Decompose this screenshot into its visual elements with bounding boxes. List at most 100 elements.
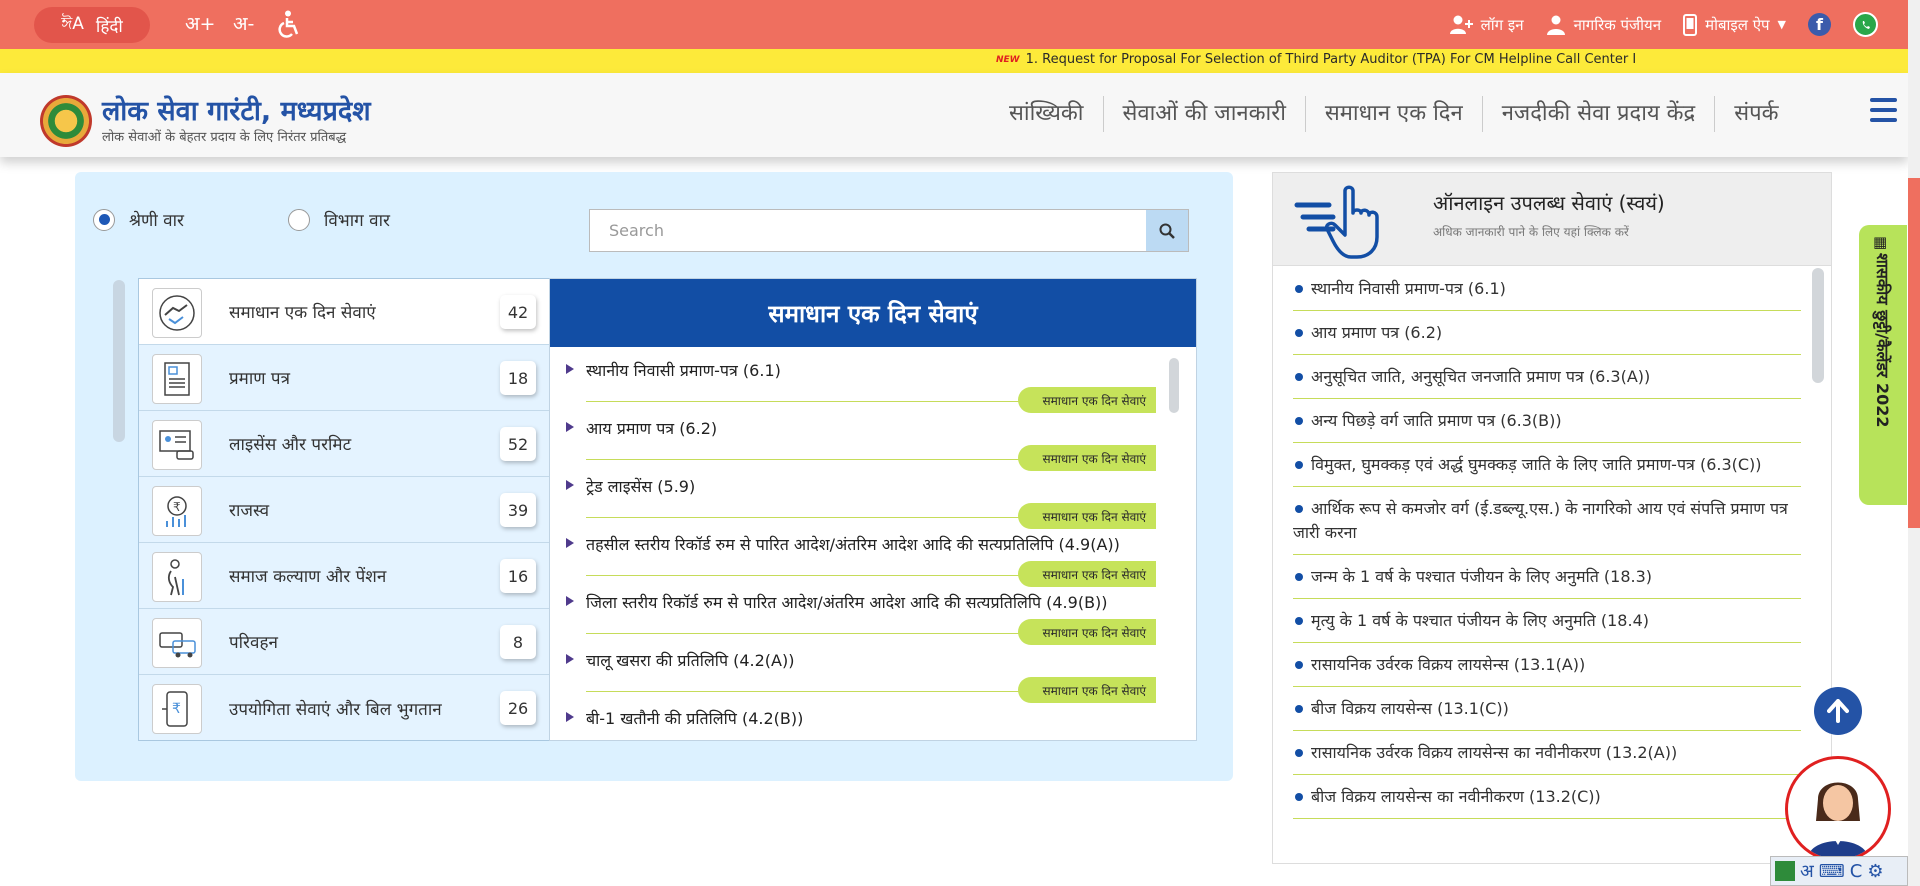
list-item[interactable]: बीज विक्रय लायसेन्स (13.1(C)) [1293,687,1801,731]
pointing-hand-icon [1294,185,1379,259]
category-wise-radio[interactable] [93,208,115,231]
category-item[interactable]: ₹ उपयोगिता सेवाएं और बिल भुगतान 26 [139,675,549,741]
translate-icon: ঈA [61,14,84,34]
category-item[interactable]: परिवहन 8 [139,609,549,675]
elderly-icon [152,552,202,602]
triangle-right-icon [566,654,574,664]
svg-text:₹: ₹ [173,500,181,514]
online-list-scrollbar[interactable] [1812,268,1824,383]
category-count: 52 [500,427,536,461]
list-item[interactable]: बीज विक्रय लायसेन्स का नवीनीकरण (13.2(C)… [1293,775,1801,819]
nav-contact[interactable]: संपर्क [1714,96,1797,132]
nav-statistics[interactable]: सांख्यिकी [990,96,1103,132]
list-item[interactable]: बी-1 खतौनी की प्रतिलिपि (4.2(B)) [550,695,1196,740]
filter-radios: श्रेणी वार विभाग वार [93,208,390,231]
hamburger-menu-icon[interactable] [1870,98,1897,122]
category-count: 8 [500,625,536,659]
nav-services-info[interactable]: सेवाओं की जानकारी [1102,96,1305,132]
search-button[interactable] [1146,210,1188,251]
site-title[interactable]: लोक सेवा गारंटी, मध्यप्रदेश [102,91,371,128]
list-item[interactable]: स्थानीय निवासी प्रमाण-पत्र (6.1) [1293,267,1801,311]
category-item[interactable]: समाधान एक दिन सेवाएं 42 [139,279,549,345]
facebook-icon[interactable]: f [1808,13,1831,36]
list-item[interactable]: विमुक्त, घुमक्कड़ एवं अर्द्ध घुमक्कड़ जा… [1293,443,1801,487]
license-icon [152,420,202,470]
category-item[interactable]: समाज कल्याण और पेंशन 16 [139,543,549,609]
calendar-icon: ▦ [1873,233,1888,251]
list-item[interactable]: तहसील स्तरीय रिकॉर्ड रुम से पारित आदेश/अ… [550,521,1196,587]
list-item[interactable]: रासायनिक उर्वरक विक्रय लायसेन्स (13.1(A)… [1293,643,1801,687]
category-count: 39 [500,493,536,527]
site-header: लोक सेवा गारंटी, मध्यप्रदेश लोक सेवाओं क… [0,73,1908,157]
category-item[interactable]: प्रमाण पत्र 18 [139,345,549,411]
ticker-text[interactable]: 1. Request for Proposal For Selection of… [1026,52,1637,67]
main-nav: सांख्यिकी सेवाओं की जानकारी समाधान एक दि… [990,93,1798,135]
list-item[interactable]: चालू खसरा की प्रतिलिपि (4.2(A)) समाधान एक… [550,637,1196,703]
list-item[interactable]: आर्थिक रूप से कमजोर वर्ग (ई.डब्ल्यू.एस.)… [1293,487,1801,555]
keyboard-icon[interactable]: ⌨ [1819,861,1845,882]
list-item[interactable]: अनुसूचित जाति, अनुसूचित जनजाति प्रमाण पत… [1293,355,1801,399]
mp-emblem-logo[interactable] [40,95,92,147]
list-item[interactable]: ट्रेड लाइसेंस (5.9) समाधान एक दिन सेवाएं [550,463,1196,529]
category-item[interactable]: ₹ राजस्व 39 [139,477,549,543]
add-user-icon [1449,15,1473,34]
category-item[interactable]: लाइसेंस और परमिट 52 [139,411,549,477]
mobile-app-dropdown[interactable]: मोबाइल ऐप ▼ [1683,13,1786,36]
login-link[interactable]: लॉग इन [1449,15,1524,35]
search-input[interactable] [590,210,1147,251]
accessibility-icon[interactable] [278,10,302,42]
list-item[interactable]: रासायनिक उर्वरक विक्रय लायसेन्स का नवीनी… [1293,731,1801,775]
list-item[interactable]: जिला स्तरीय रिकॉर्ड रुम से पारित आदेश/अं… [550,579,1196,645]
user-icon [1546,15,1565,35]
arrow-up-icon [1827,699,1849,723]
list-item[interactable]: स्थानीय निवासी प्रमाण-पत्र (6.1) समाधान ए… [550,347,1196,413]
department-wise-radio[interactable] [287,208,310,231]
rupee-icon: ₹ [152,486,202,536]
online-services-list: स्थानीय निवासी प्रमाण-पत्र (6.1) आय प्रम… [1273,267,1813,865]
whatsapp-icon[interactable] [1853,12,1878,37]
category-scrollbar[interactable] [113,280,125,442]
list-item[interactable]: आय प्रमाण पत्र (6.2) [1293,311,1801,355]
category-list: समाधान एक दिन सेवाएं 42 प्रमाण पत्र 18 ल… [138,278,550,741]
list-item[interactable]: जन्म के 1 वर्ष के पश्चात पंजीयन के लिए अ… [1293,555,1801,599]
triangle-right-icon [566,364,574,374]
chat-assistant-avatar[interactable] [1785,756,1891,862]
list-item[interactable]: मृत्यु के 1 वर्ष के पश्चात पंजीयन के लिए… [1293,599,1801,643]
font-decrease-button[interactable]: अ- [233,10,254,36]
scroll-to-top-button[interactable] [1814,687,1862,735]
language-toggle[interactable]: ঈA हिंदी [34,7,150,43]
vehicle-icon [152,618,202,668]
language-label: हिंदी [95,16,123,37]
refresh-icon[interactable]: C [1850,861,1863,882]
online-services-subtitle[interactable]: अधिक जानकारी पाने के लिए यहां क्लिक करें [1433,223,1629,240]
font-increase-button[interactable]: अ+ [185,10,215,36]
bill-icon: ₹ [152,684,202,734]
service-list-scrollbar[interactable] [1169,358,1179,413]
citizen-register-link[interactable]: नागरिक पंजीयन [1546,15,1661,35]
top-bar: ঈA हिंदी अ+ अ- लॉग इन नागरिक पंजीयन मोबा… [0,0,1908,49]
triangle-right-icon [566,538,574,548]
handshake-icon [152,288,202,338]
department-wise-label: विभाग वार [323,211,390,231]
triangle-right-icon [566,480,574,490]
nav-nearest-center[interactable]: नजदीकी सेवा प्रदाय केंद्र [1481,96,1715,132]
category-wise-label: श्रेणी वार [129,211,184,231]
nav-samadhan-ek-din[interactable]: समाधान एक दिन [1304,96,1482,132]
list-item[interactable]: अन्य पिछड़े वर्ग जाति प्रमाण पत्र (6.3(B… [1293,399,1801,443]
service-list-heading: समाधान एक दिन सेवाएं [550,279,1196,347]
site-subtitle: लोक सेवाओं के बेहतर प्रदाय के लिए निरंतर… [102,130,347,145]
service-list-panel: समाधान एक दिन सेवाएं स्थानीय निवासी प्रम… [549,278,1197,741]
new-badge: NEW [996,54,1020,65]
triangle-right-icon [566,712,574,722]
page-scrollbar-thumb[interactable] [1908,178,1920,528]
online-services-header[interactable]: ऑनलाइन उपलब्ध सेवाएं (स्वयं) अधिक जानकार… [1273,173,1831,266]
online-services-title: ऑनलाइन उपलब्ध सेवाएं (स्वयं) [1433,191,1665,215]
hindi-keyboard-toggle[interactable]: अ [1800,859,1814,883]
search-icon [1159,223,1175,239]
gear-icon[interactable]: ⚙ [1867,861,1883,882]
google-input-icon[interactable] [1775,861,1795,881]
input-tools-bar: अ ⌨ C ⚙ [1770,856,1908,886]
triangle-right-icon [566,596,574,606]
list-item[interactable]: आय प्रमाण पत्र (6.2) समाधान एक दिन सेवाएं [550,405,1196,471]
holiday-calendar-tab[interactable]: ▦ शासकीय छुट्टी/कैलेंडर 2022 [1859,225,1907,505]
